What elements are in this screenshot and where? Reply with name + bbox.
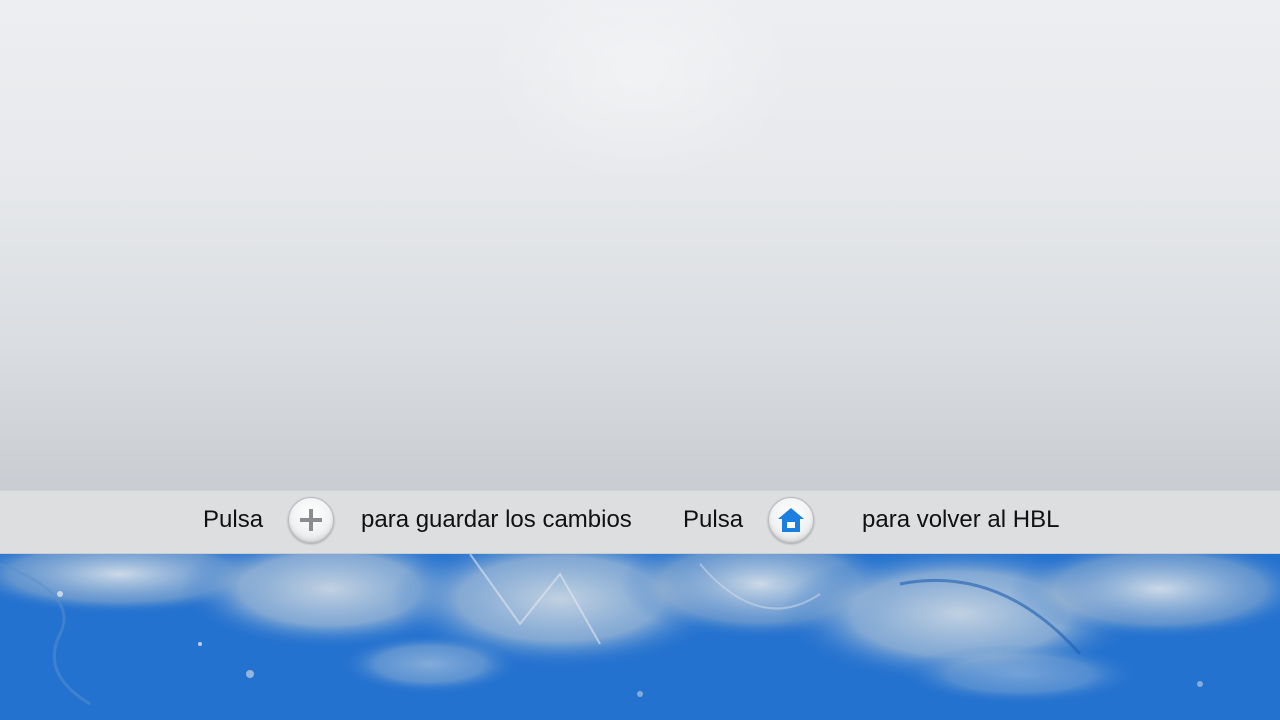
background-gradient [0,0,1280,490]
grunge-decoration [0,554,1280,720]
home-instruction-suffix: para volver al HBL [862,506,1060,533]
save-instruction-suffix: para guardar los cambios [361,506,632,533]
home-button[interactable] [768,497,814,543]
plus-icon [300,509,322,531]
home-icon [778,508,804,532]
instruction-bar: Pulsa para guardar los cambios Pulsa par… [0,490,1280,554]
home-instruction-prefix: Pulsa [683,506,744,533]
add-button[interactable] [288,497,334,543]
save-instruction-prefix: Pulsa [203,506,264,533]
